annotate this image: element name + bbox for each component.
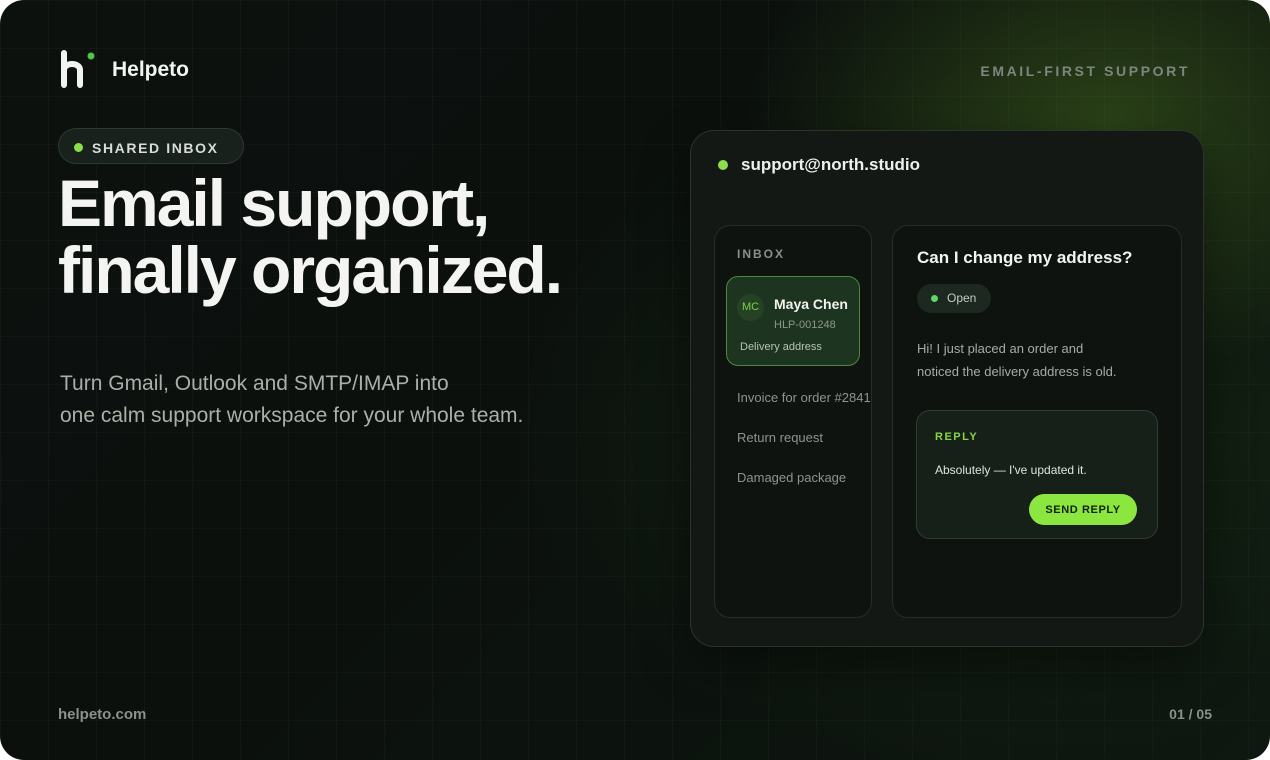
account-status-dot-icon bbox=[718, 160, 728, 170]
avatar: MC bbox=[737, 294, 764, 321]
account-email: support@north.studio bbox=[741, 155, 920, 174]
headline-line-2: finally organized. bbox=[58, 233, 563, 307]
headline: Email support, finally organized. bbox=[58, 166, 563, 307]
conversation-item-active[interactable]: MC Maya Chen HLP-001248 Delivery address bbox=[726, 276, 860, 366]
status-label: Open bbox=[947, 291, 977, 305]
message-line-1: Hi! I just placed an order and bbox=[917, 341, 1084, 356]
send-reply-button[interactable]: SEND REPLY bbox=[1029, 494, 1137, 525]
reply-box[interactable]: REPLY Absolutely — I've updated it. SEND… bbox=[916, 410, 1158, 539]
conversation-item[interactable]: Damaged package bbox=[737, 470, 846, 485]
conversation-title: Can I change my address? bbox=[917, 248, 1133, 267]
page-indicator: 01 / 05 bbox=[1169, 706, 1212, 722]
message-line-2: noticed the delivery address is old. bbox=[917, 364, 1117, 379]
helpeto-logo-icon bbox=[61, 50, 95, 88]
app-window: support@north.studio INBOX MC Maya Chen … bbox=[690, 130, 1204, 647]
shared-inbox-pill: SHARED INBOX bbox=[58, 128, 244, 164]
slide-card: Helpeto EMAIL-FIRST SUPPORT SHARED INBOX… bbox=[0, 0, 1270, 760]
conversation-subject: Delivery address bbox=[740, 341, 822, 353]
conversation-item[interactable]: Invoice for order #2841 bbox=[737, 390, 871, 405]
pill-dot-icon bbox=[74, 143, 83, 152]
subtitle-line-1: Turn Gmail, Outlook and SMTP/IMAP into bbox=[60, 372, 449, 395]
footer-url[interactable]: helpeto.com bbox=[58, 706, 146, 723]
conversation-detail: Can I change my address? Open Hi! I just… bbox=[892, 225, 1182, 618]
subtitle-line-2: one calm support workspace for your whol… bbox=[60, 404, 524, 427]
inbox-panel: INBOX MC Maya Chen HLP-001248 Delivery a… bbox=[714, 225, 872, 618]
headline-line-1: Email support, bbox=[58, 166, 490, 240]
tagline: EMAIL-FIRST SUPPORT bbox=[980, 63, 1190, 79]
status-badge: Open bbox=[917, 284, 991, 313]
brand-name: Helpeto bbox=[112, 58, 190, 81]
conversation-item[interactable]: Return request bbox=[737, 430, 823, 445]
customer-message: Hi! I just placed an order and noticed t… bbox=[917, 337, 1116, 383]
reply-label: REPLY bbox=[935, 431, 979, 443]
ticket-id: HLP-001248 bbox=[774, 319, 836, 331]
inbox-label: INBOX bbox=[737, 247, 786, 261]
subtitle: Turn Gmail, Outlook and SMTP/IMAP into o… bbox=[60, 368, 523, 432]
conversation-sender: Maya Chen bbox=[774, 296, 848, 312]
status-dot-icon bbox=[931, 295, 938, 302]
reply-text[interactable]: Absolutely — I've updated it. bbox=[935, 463, 1087, 477]
pill-label: SHARED INBOX bbox=[92, 140, 219, 156]
